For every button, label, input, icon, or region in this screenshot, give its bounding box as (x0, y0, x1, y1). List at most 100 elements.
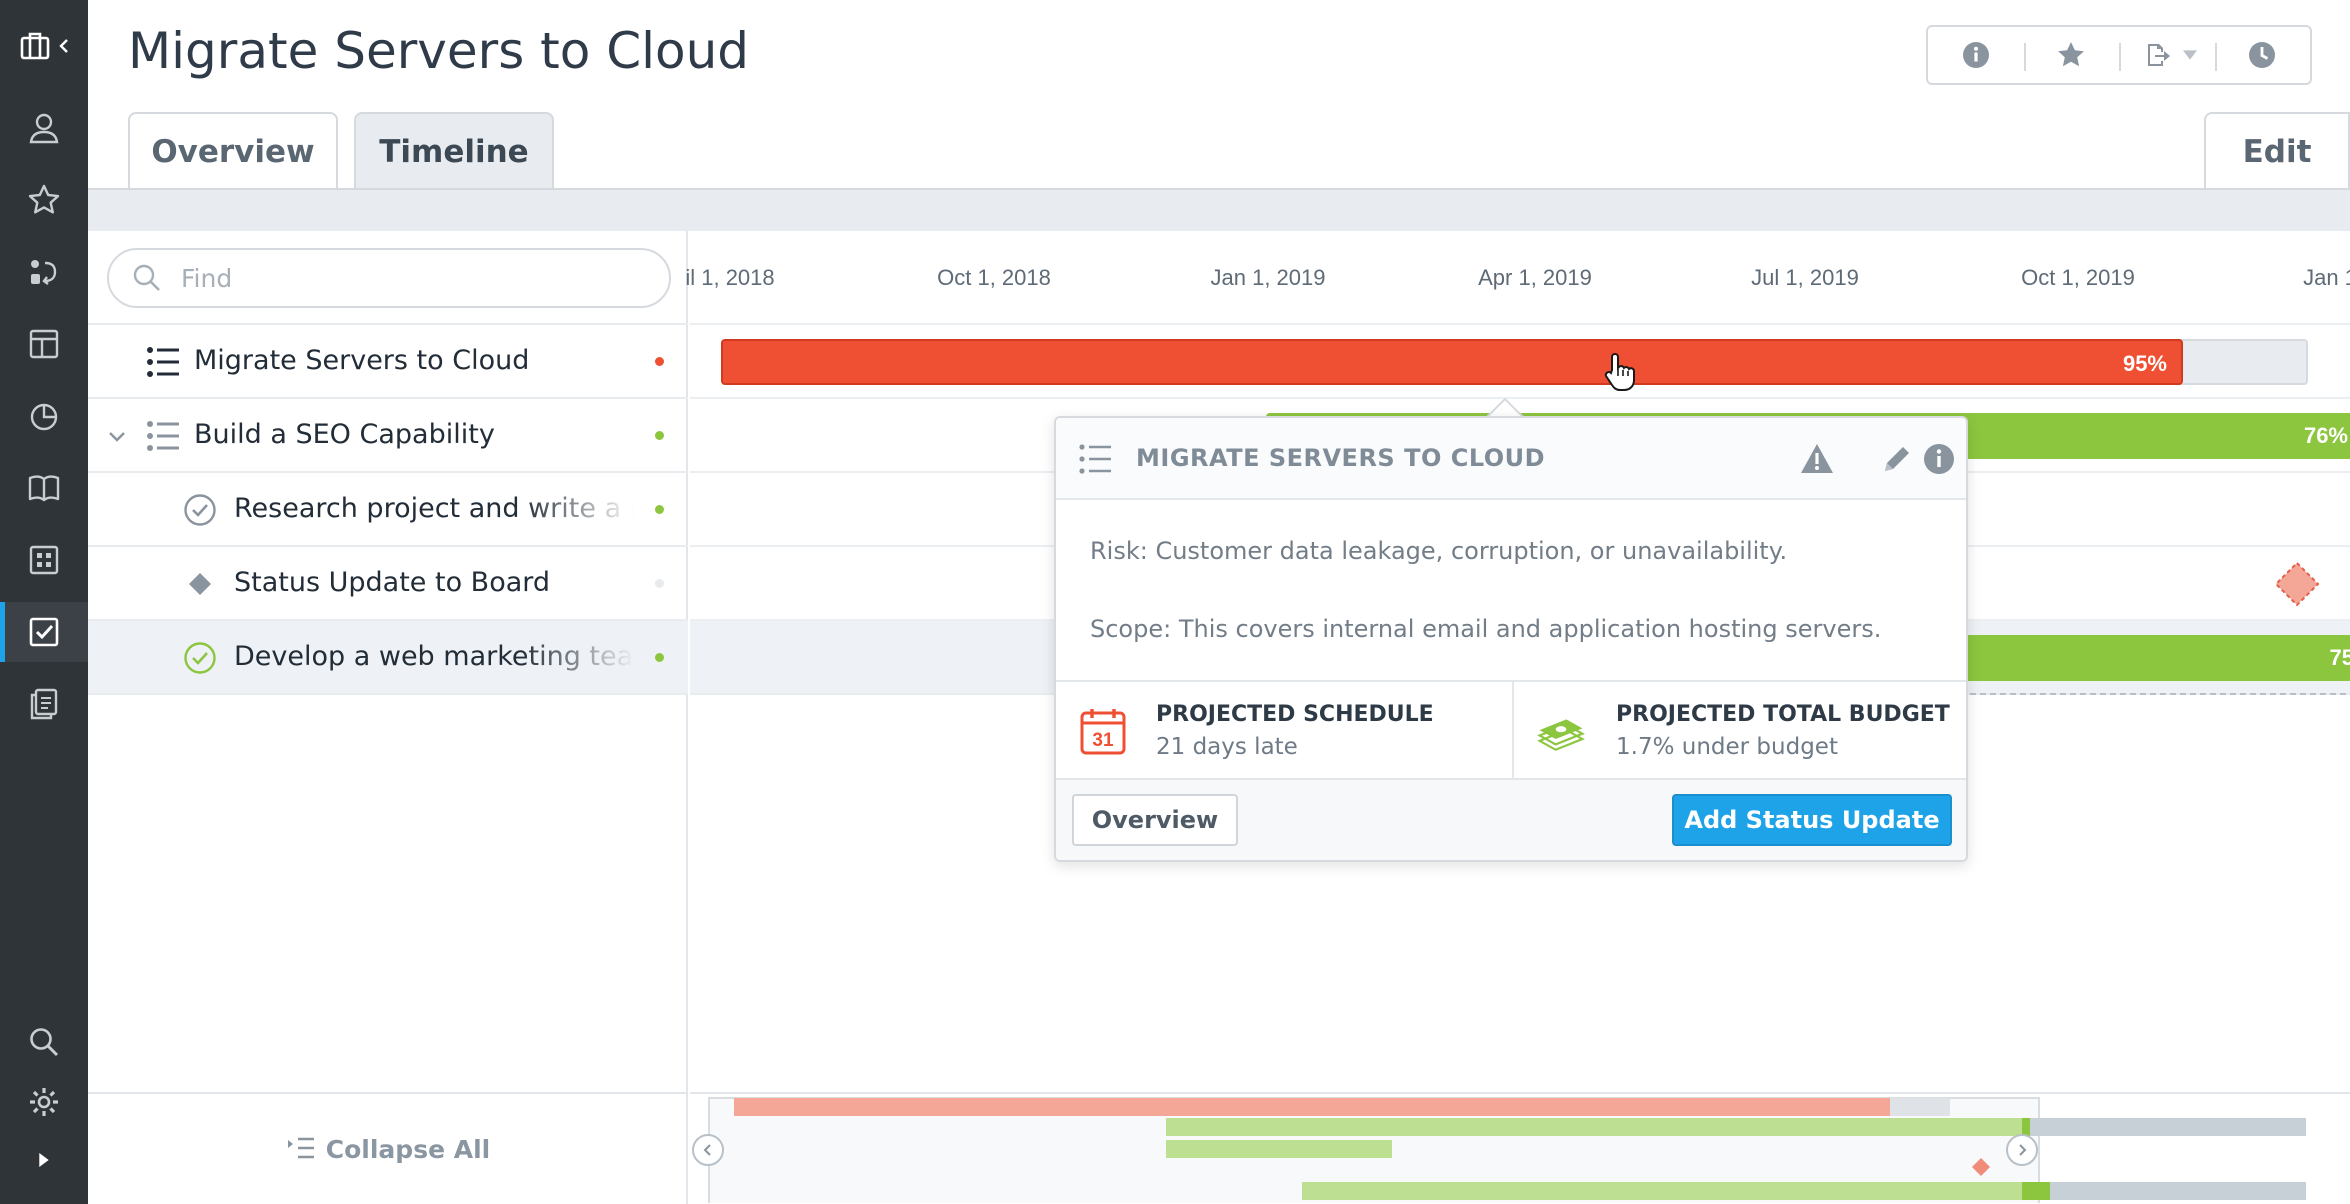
warning-icon[interactable] (1800, 442, 1834, 476)
overview-milestone (1972, 1158, 1990, 1176)
rail-tasks-button[interactable] (0, 602, 88, 662)
info-icon (1962, 42, 1989, 68)
portfolio-icon (20, 32, 50, 60)
overview-bar (2030, 1118, 2306, 1136)
timeline-tick: Jan 1 (2303, 265, 2350, 290)
status-dot (655, 505, 664, 514)
overview-scroll-right[interactable] (2006, 1134, 2038, 1166)
timeline-row: 95% (690, 323, 2350, 397)
overview-bar (1890, 1098, 1950, 1116)
money-icon (1537, 719, 1585, 751)
settings-icon (30, 1088, 58, 1116)
add-status-update-button[interactable]: Add Status Update (1672, 794, 1952, 846)
calendar-day: 31 (1092, 730, 1114, 751)
rail-dashboard-button[interactable] (0, 314, 88, 374)
rail-portfolio-button[interactable] (0, 16, 88, 76)
popover-title: MIGRATE SERVERS TO CLOUD (1136, 444, 1546, 472)
tasks-icon (29, 617, 59, 647)
check-circle-icon (184, 494, 216, 526)
search-icon (133, 264, 160, 291)
rail-expand-button[interactable] (0, 1130, 88, 1190)
export-icon (2147, 44, 2170, 66)
history-icon (2249, 42, 2276, 68)
timeline-overview[interactable] (690, 1092, 2350, 1204)
tab-content-strip (88, 188, 2350, 231)
rail-search-button[interactable] (0, 1012, 88, 1072)
outline-row-label: Research project and write a r (234, 493, 634, 524)
rail-profile-button[interactable] (0, 98, 88, 158)
popover-footer: Overview Add Status Update (1056, 780, 1966, 860)
rail-library-button[interactable] (0, 458, 88, 518)
info-icon[interactable] (1922, 442, 1956, 476)
collapse-all-button[interactable]: Collapse All (88, 1092, 688, 1204)
bar-percent: 76% (2303, 423, 2348, 448)
collapse-list-icon (287, 1137, 314, 1159)
status-dot (655, 431, 664, 440)
outline-row[interactable]: Develop a web marketing team (88, 619, 688, 695)
status-dot (655, 579, 664, 588)
outline-row[interactable]: Migrate Servers to Cloud (88, 323, 688, 397)
milestone-diamond[interactable] (2274, 561, 2320, 607)
overview-bar (734, 1098, 1944, 1116)
schedule-metric: 31 PROJECTED SCHEDULE 21 days late (1056, 682, 1514, 780)
list-icon (147, 347, 179, 377)
export-button[interactable] (2119, 27, 2215, 83)
rail-workflow-button[interactable] (0, 242, 88, 302)
bar-percent: 75 (2329, 645, 2350, 670)
schedule-value: 21 days late (1156, 734, 1298, 760)
budget-metric: PROJECTED TOTAL BUDGET 1.7% under budget (1516, 682, 1966, 780)
status-dot (655, 653, 664, 662)
overview-button[interactable]: Overview (1072, 794, 1238, 846)
overview-scroll-left[interactable] (692, 1134, 724, 1166)
overview-bar (2050, 1182, 2306, 1200)
documents-icon (30, 688, 58, 720)
pencil-icon[interactable] (1880, 442, 1914, 476)
overview-bar (1166, 1140, 1392, 1158)
favorite-button[interactable] (2023, 27, 2120, 83)
tab-timeline[interactable]: Timeline (354, 112, 554, 190)
outline-row[interactable]: Research project and write a r (88, 471, 688, 545)
timeline-tick: il 1, 2018 (685, 265, 775, 290)
popover-metrics: 31 PROJECTED SCHEDULE 21 days late PROJE… (1056, 680, 1966, 780)
rail-documents-button[interactable] (0, 674, 88, 734)
status-dot (655, 357, 664, 366)
chevron-down-icon[interactable] (106, 425, 128, 447)
chevron-down-icon (2182, 50, 2197, 60)
chart-icon (30, 403, 58, 431)
bar-percent: 95% (2122, 351, 2167, 376)
star-icon (2058, 42, 2085, 67)
page-title: Migrate Servers to Cloud (128, 22, 750, 80)
project-popover: MIGRATE SERVERS TO CLOUD Risk: Customer … (1054, 416, 1968, 862)
list-icon (147, 421, 179, 451)
timeline-tick: Jul 1, 2019 (1751, 265, 1859, 290)
rail-favorites-button[interactable] (0, 170, 88, 230)
budget-value: 1.7% under budget (1616, 734, 1838, 760)
scope-text: Scope: This covers internal email and ap… (1090, 615, 1882, 643)
find-box[interactable] (107, 248, 671, 308)
header-action-group (1926, 25, 2312, 85)
info-button[interactable] (1928, 27, 2024, 83)
expand-icon (39, 1152, 49, 1168)
outline-row[interactable]: Status Update to Board (88, 545, 688, 619)
chevron-right-icon (2019, 1144, 2027, 1156)
project-bar-migrate[interactable]: 95% (721, 339, 2183, 385)
outline-row[interactable]: Build a SEO Capability (88, 397, 688, 471)
dashboard-icon (29, 329, 59, 359)
tab-overview[interactable]: Overview (128, 112, 338, 190)
hand-cursor-icon (1604, 353, 1635, 391)
rail-boards-button[interactable] (0, 530, 88, 590)
outline-row-label: Develop a web marketing team (234, 641, 634, 672)
grid-icon (29, 545, 59, 575)
popover-description: Risk: Customer data leakage, corruption,… (1090, 534, 1940, 646)
history-button[interactable] (2214, 27, 2311, 83)
outline-row-label: Build a SEO Capability (194, 419, 495, 450)
calendar-icon: 31 (1080, 709, 1126, 755)
edit-button[interactable]: Edit (2204, 112, 2350, 190)
rail-reports-button[interactable] (0, 386, 88, 446)
rail-settings-button[interactable] (0, 1072, 88, 1132)
outline-row-label: Migrate Servers to Cloud (194, 345, 530, 376)
chevron-left-icon (59, 39, 68, 53)
diamond-icon (189, 573, 211, 595)
star-icon (28, 184, 60, 214)
find-input[interactable] (181, 263, 651, 293)
